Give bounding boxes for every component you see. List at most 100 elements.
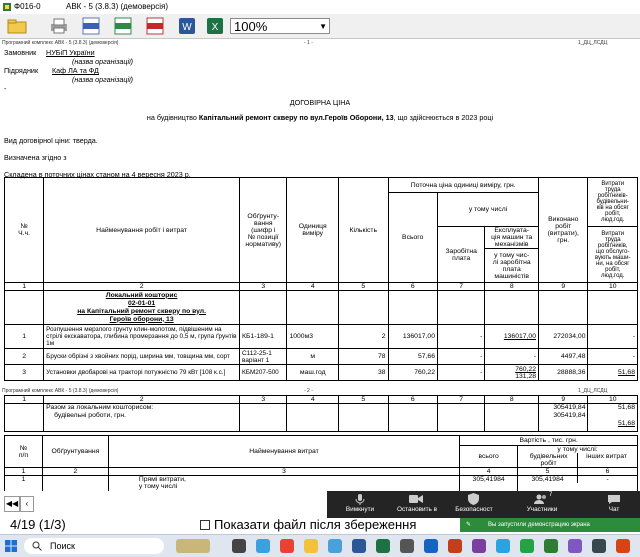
app-taskbar-icon[interactable] (400, 539, 414, 553)
edge-icon[interactable] (256, 539, 270, 553)
windows-start-icon[interactable] (5, 540, 17, 552)
col-header-other: інших витрат (577, 453, 635, 467)
colnum: 8 (484, 395, 539, 404)
prev-page-button[interactable]: ‹ (20, 496, 34, 512)
whatsapp-taskbar-icon[interactable] (520, 539, 534, 553)
colnum: 2 (41, 467, 109, 476)
construction-pre: на будівництво (146, 113, 197, 122)
page-info-bar: 4/19 (1/3) Показати файл після збереженн… (0, 516, 640, 534)
row-oper: 136017,00 (484, 324, 539, 349)
colnum: 10 (587, 395, 638, 404)
col-header-incl-cell: у тому числі: будівельних робіт інших вит… (517, 445, 638, 468)
col-header-build: будівельних робіт (529, 453, 568, 467)
taskbar-search-text: Поиск (50, 541, 75, 551)
telegram-taskbar-icon[interactable] (496, 539, 510, 553)
security-button[interactable]: Безопасност (449, 506, 499, 513)
participants-icon[interactable] (534, 494, 548, 504)
column-numbers-row: 1 2 3 4 5 6 7 8 9 10 (3, 282, 638, 291)
excel-taskbar-icon[interactable] (376, 539, 390, 553)
row-num: 3 (3, 364, 45, 381)
task-view-icon[interactable] (232, 539, 246, 553)
table-row: 1 Прямі витрати, у тому числі 305,41984 … (4, 475, 638, 491)
window-subtitle: АВК - 5 (3.8.3) (демоверсія) (66, 2, 169, 11)
colnum: 2 (43, 395, 241, 404)
toolbar: W X 100% ▼ (0, 14, 640, 39)
col-header-basis: Обґрунту- вання (шифр і № позиції нормат… (239, 177, 288, 283)
colnum: 1 (3, 282, 45, 291)
app3-taskbar-icon[interactable] (616, 539, 630, 553)
print-icon[interactable] (48, 17, 70, 35)
row-name: Розпушення мерзлого грунту клин-молотом,… (43, 324, 241, 349)
app2-taskbar-icon[interactable] (592, 539, 606, 553)
colnum: 6 (577, 468, 637, 475)
col-header-unit: Одиниця виміру (286, 177, 340, 283)
chat-button[interactable]: Чат (597, 506, 631, 513)
total-label2: будівельні роботи, грн. (54, 412, 126, 419)
show-file-checkbox[interactable] (200, 520, 210, 530)
total-done-cell: 305419,84 305419,84 (537, 403, 589, 432)
zoom-value: 100% (234, 19, 268, 34)
microphone-icon[interactable] (354, 493, 366, 505)
app-icon (3, 3, 11, 11)
stop-video-button[interactable]: Остановить в (389, 506, 445, 513)
colnum: 1 (3, 395, 45, 404)
store-icon[interactable] (328, 539, 342, 553)
file-explorer-icon[interactable] (304, 539, 318, 553)
chrome-icon[interactable] (280, 539, 294, 553)
taskbar-search[interactable]: Поиск (24, 538, 164, 554)
row-oper-cell: 760,22 131,28 (484, 364, 539, 381)
row-done: 28888,36 (537, 364, 589, 381)
word-icon[interactable]: W (176, 17, 198, 35)
row-name: Бруски обрізні з хвойних порід, ширина м… (43, 348, 241, 365)
export-rtf-icon[interactable] (80, 17, 102, 35)
widgets-icon[interactable] (176, 539, 210, 553)
row-qty: 2 (338, 324, 389, 349)
row-labor2: - (587, 348, 638, 365)
export-xls-icon[interactable] (112, 17, 134, 35)
col-header-incl: у тому числі (436, 192, 540, 227)
first-page-button[interactable]: ◀◀ (4, 496, 20, 512)
participants-button[interactable]: Участники (517, 506, 567, 513)
customer-label: Замовник (4, 48, 37, 57)
export-pdf-icon[interactable] (144, 17, 166, 35)
open-folder-icon[interactable] (6, 17, 28, 35)
taskbar: Поиск (0, 534, 640, 557)
word-taskbar-icon[interactable] (352, 539, 366, 553)
video-camera-icon[interactable] (409, 494, 423, 504)
colnum: 1 (4, 467, 43, 476)
colnum: 6 (387, 395, 438, 404)
page-header-right: 1_ДЦ_ЛСДЦ (578, 40, 608, 46)
excel-icon[interactable]: X (204, 17, 226, 35)
shield-icon[interactable] (468, 493, 479, 505)
zoom-taskbar-icon[interactable] (424, 539, 438, 553)
page2-header-center: - 2 - (304, 388, 313, 394)
row-oper: 760,22 (515, 365, 536, 373)
mute-button[interactable]: Вимкнути (337, 506, 383, 513)
total-labor-sum: 51,68 (617, 420, 635, 427)
total-labor-cell: 51,68 51,68 (587, 403, 638, 432)
avk-taskbar-icon[interactable] (544, 539, 558, 553)
colnum: 5 (338, 282, 389, 291)
construction-name: Капітальний ремонт скверу по вул.Героїв … (198, 113, 394, 122)
chat-icon[interactable] (608, 494, 620, 504)
powerpoint-taskbar-icon[interactable] (448, 539, 462, 553)
row-labor2: - (587, 324, 638, 349)
row-name: Прямі витрати, у тому числі (107, 475, 461, 491)
row-num: 1 (3, 324, 45, 349)
row-done: 4497,48 (537, 348, 589, 365)
col-header-name2: Найменування витрат (107, 435, 461, 468)
col-header-name: Найменування робіт і витрат (43, 177, 241, 283)
svg-text:W: W (182, 22, 192, 33)
colnum: 3 (239, 395, 288, 404)
col-header-current: Поточна ціна одиниці виміру, грн. (387, 177, 539, 193)
zoom-select[interactable]: 100% ▼ (230, 18, 330, 34)
row-other: - (577, 476, 637, 483)
row-oper-wage: 131,28 (515, 372, 536, 380)
viber-taskbar-icon[interactable] (472, 539, 486, 553)
customer-hint: (назва організації) (72, 57, 134, 66)
colnum: 2 (43, 282, 241, 291)
colnum-pair: 56 (517, 467, 638, 476)
row-num: 1 (4, 475, 43, 491)
meeting-toolbar: Вимкнути Остановить в Безопасност 7 Учас… (327, 491, 640, 518)
teams-taskbar-icon[interactable] (568, 539, 582, 553)
